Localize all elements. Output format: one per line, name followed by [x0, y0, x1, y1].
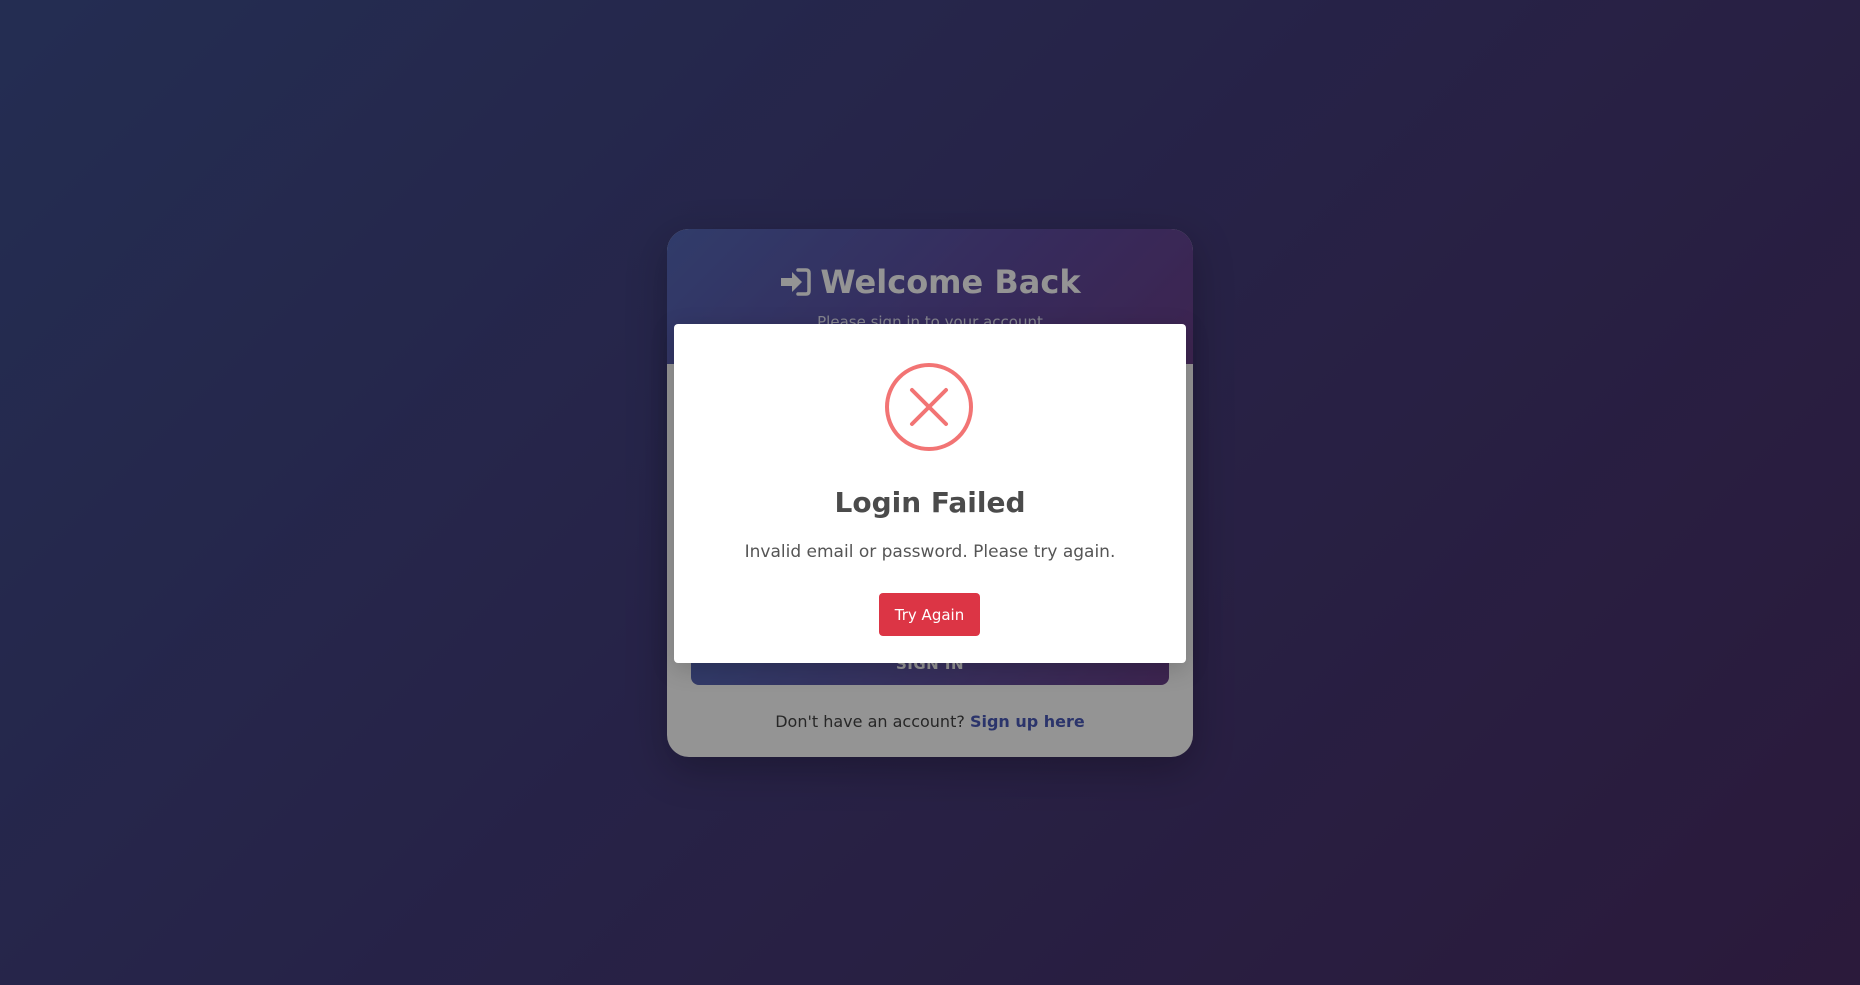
modal-message: Invalid email or password. Please try ag…: [744, 542, 1116, 562]
try-again-button[interactable]: Try Again: [879, 593, 980, 636]
error-modal: Login Failed Invalid email or password. …: [674, 324, 1186, 663]
error-circle-x-icon: [884, 362, 974, 452]
modal-title: Login Failed: [834, 486, 1026, 519]
